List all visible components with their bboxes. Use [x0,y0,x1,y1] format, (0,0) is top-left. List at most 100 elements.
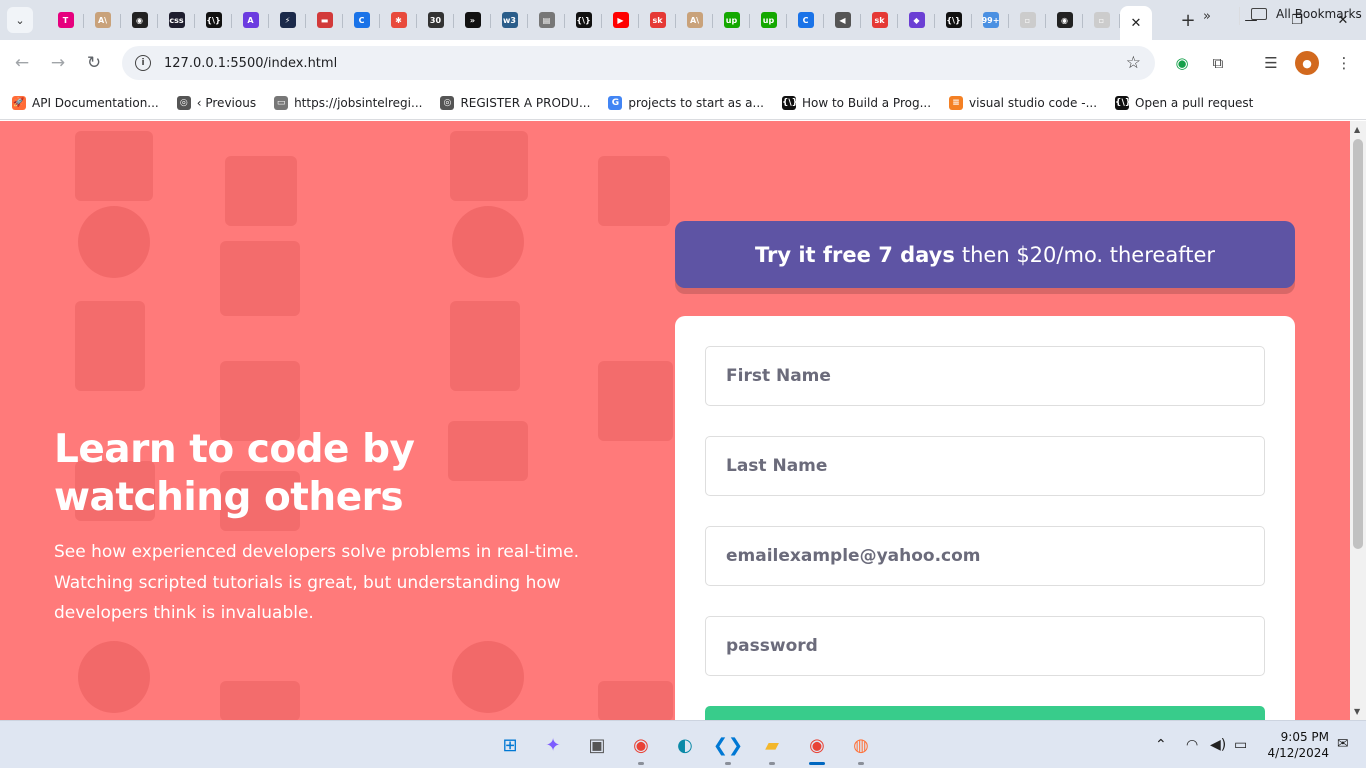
show-hidden-icons-button[interactable]: ⌃ [1155,721,1167,769]
code-icon-3: {\} [945,12,962,28]
copilot-icon[interactable]: ✦ [539,731,567,759]
browser-tab[interactable]: ◉ [121,4,158,36]
vscode-icon[interactable]: ❮❯ [713,731,743,765]
back-button[interactable]: ← [4,45,40,81]
scroll-down-arrow-icon[interactable]: ▼ [1354,707,1360,716]
page-scrollbar[interactable]: ▲ ▼ [1350,121,1366,720]
bookmark-item[interactable]: ◎ ‹ Previous [176,95,257,110]
w3-icon: w3 [501,12,518,28]
browser-tab[interactable]: sk [639,4,676,36]
bookmark-item[interactable]: {\} How to Build a Prog... [781,95,932,110]
menu-icon[interactable]: ⋮ [1332,51,1356,75]
task-view-icon[interactable]: ▣ [583,731,611,759]
password-input[interactable] [705,616,1265,676]
battery-icon[interactable]: ▭ [1234,721,1247,769]
email-input[interactable] [705,526,1265,586]
last-name-input[interactable] [705,436,1265,496]
github-icon-2: ◉ [1056,12,1073,28]
browser-tab[interactable]: A\ [84,4,121,36]
chrome-profile-icon[interactable]: ◉ [803,731,831,765]
browser-tab[interactable]: ✱ [380,4,417,36]
browser-tab[interactable]: A\ [676,4,713,36]
windows-taskbar: ⌃ ◠ ◀) ▭ 9:05 PM 4/12/2024 ✉ ⊞ ✦ ▣ ◉ ◐ ❮❯ ▰ ◉ ◍ [0,720,1366,768]
bookmark-item[interactable]: ≡ visual studio code -... [949,95,1098,110]
bookmark-item[interactable]: {\} Open a pull request [1115,95,1253,110]
wifi-icon[interactable]: ◠ [1186,721,1198,769]
browser-tab[interactable]: {\} [565,4,602,36]
browser-tab[interactable]: css [158,4,195,36]
site-info-icon[interactable]: i [135,55,151,71]
browser-tab[interactable]: w3 [491,4,528,36]
browser-tab[interactable]: {\} [195,4,232,36]
browser-tab[interactable]: ⚡ [269,4,306,36]
firefox-icon[interactable]: ◍ [847,731,875,765]
code-icon-2: {\} [575,12,592,28]
scroll-up-arrow-icon[interactable]: ▲ [1354,125,1360,134]
browser-tab[interactable]: ▤ [528,4,565,36]
bookmark-label: How to Build a Prog... [801,95,932,110]
hero-description: See how experienced developers solve pro… [54,542,579,623]
browser-tab[interactable]: up [713,4,750,36]
bookmark-star-icon[interactable]: ☆ [1126,53,1141,73]
file-explorer-icon[interactable]: ▰ [758,731,786,765]
bookmark-item[interactable]: ◎ REGISTER A PRODU... [440,95,591,110]
reload-button[interactable]: ↻ [76,45,112,81]
new-tab-button[interactable]: + [1174,6,1202,34]
edge-icon[interactable]: ◐ [671,731,699,759]
notification-icon[interactable]: ✉ [1337,736,1349,752]
start-icon[interactable]: ⊞ [496,731,524,759]
close-tab-icon[interactable]: ✕ [1131,16,1142,31]
grammarly-extension-icon[interactable]: ◉ [1170,51,1194,75]
bookmark-item[interactable]: 🚀 API Documentation... [12,95,159,110]
youtube-icon: ▶ [612,12,629,28]
all-bookmarks-button[interactable]: All Bookmarks [1239,7,1362,25]
bookmark-label: ‹ Previous [196,95,257,110]
browser-tab[interactable]: ◉ [1046,4,1083,36]
browser-tab[interactable]: sk [861,4,898,36]
media-controls-icon[interactable]: ☰ [1259,51,1283,75]
browser-tab[interactable]: 30 [417,4,454,36]
browser-tab[interactable]: » [454,4,491,36]
active-tab[interactable]: ✕ [1120,6,1152,40]
chrome-icon[interactable]: ◉ [627,731,655,765]
claim-trial-button[interactable] [705,706,1265,720]
hero-title: Learn to code by watching others [54,427,415,520]
url-text[interactable]: 127.0.0.1:5500/index.html [164,56,337,71]
browser-tab[interactable]: {\} [935,4,972,36]
scrollbar-thumb[interactable] [1353,139,1363,549]
browser-tab[interactable]: C [787,4,824,36]
bookmark-label: visual studio code -... [969,95,1098,110]
arrow-left-icon: ← [14,53,30,73]
offer-bold-text: Try it free 7 days [754,242,955,267]
browser-tab[interactable]: T [47,4,84,36]
first-name-input[interactable] [705,346,1265,406]
tab-search-button[interactable]: ⌄ [7,7,33,33]
browser-tab[interactable]: ▫ [1083,4,1120,36]
system-clock[interactable]: 9:05 PM 4/12/2024 [1263,729,1329,761]
bookmark-favicon-icon: {\} [1115,95,1132,110]
browser-tab[interactable]: ▬ [306,4,343,36]
bookmark-label: projects to start as a... [628,95,764,110]
browser-tab[interactable]: C [343,4,380,36]
bookmark-item[interactable]: Gprojects to start as a... [608,95,764,110]
browser-tab[interactable]: 99+ [972,4,1009,36]
bookmark-item[interactable]: ▭ https://jobsintelregi... [274,95,422,110]
extensions-icon[interactable]: ⧉ [1206,51,1230,75]
bookmark-label: REGISTER A PRODU... [460,95,591,110]
browser-tab[interactable]: ▶ [602,4,639,36]
bookmark-favicon-icon: {\} [781,95,799,110]
bookmarks-overflow-button[interactable]: » [1203,9,1211,24]
address-bar[interactable]: i 127.0.0.1:5500/index.html ☆ [122,46,1155,80]
asterisk-icon: ✱ [390,12,407,28]
profile-avatar[interactable]: ● [1295,51,1319,75]
browser-tab[interactable]: up [750,4,787,36]
code-icon: {\} [205,12,222,28]
volume-icon[interactable]: ◀) [1210,721,1226,769]
bookmark-label: API Documentation... [32,95,159,110]
browser-tab[interactable]: ◆ [898,4,935,36]
browser-tab[interactable]: ▫ [1009,4,1046,36]
tag-icon: ◆ [908,12,925,28]
browser-tab[interactable]: A [232,4,269,36]
forward-button[interactable]: → [40,45,76,81]
browser-tab[interactable]: ◀ [824,4,861,36]
